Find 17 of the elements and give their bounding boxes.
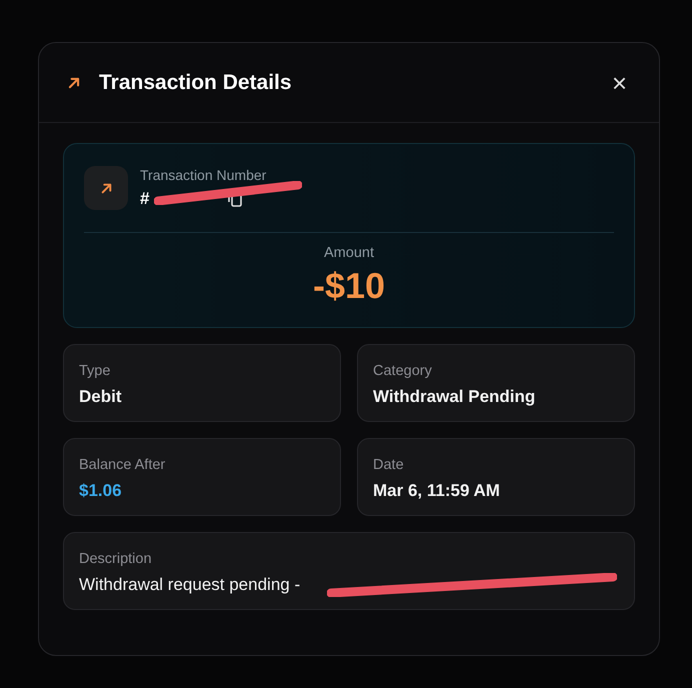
field-value: $1.06 <box>79 481 122 501</box>
field-label: Description <box>79 551 153 567</box>
field-value: Debit <box>79 387 122 407</box>
dialog-title: Transaction Details <box>99 70 293 94</box>
amount-value: -$10 <box>312 265 386 307</box>
close-button[interactable]: × <box>606 70 633 96</box>
field-value: Withdrawal Pending <box>373 387 536 407</box>
arrow-icon <box>67 76 81 90</box>
field-label: Category <box>373 363 433 379</box>
transaction-number: # <box>140 189 150 209</box>
transaction-number-label: Transaction Number <box>140 167 266 183</box>
field-label: Date <box>373 457 405 473</box>
amount-label: Amount <box>324 245 374 261</box>
field-value: Mar 6, 11:59 AM <box>373 481 500 501</box>
field-label: Type <box>79 363 112 379</box>
field-value: Withdrawal request pending - <box>79 575 300 595</box>
field-label: Balance After <box>79 457 166 473</box>
